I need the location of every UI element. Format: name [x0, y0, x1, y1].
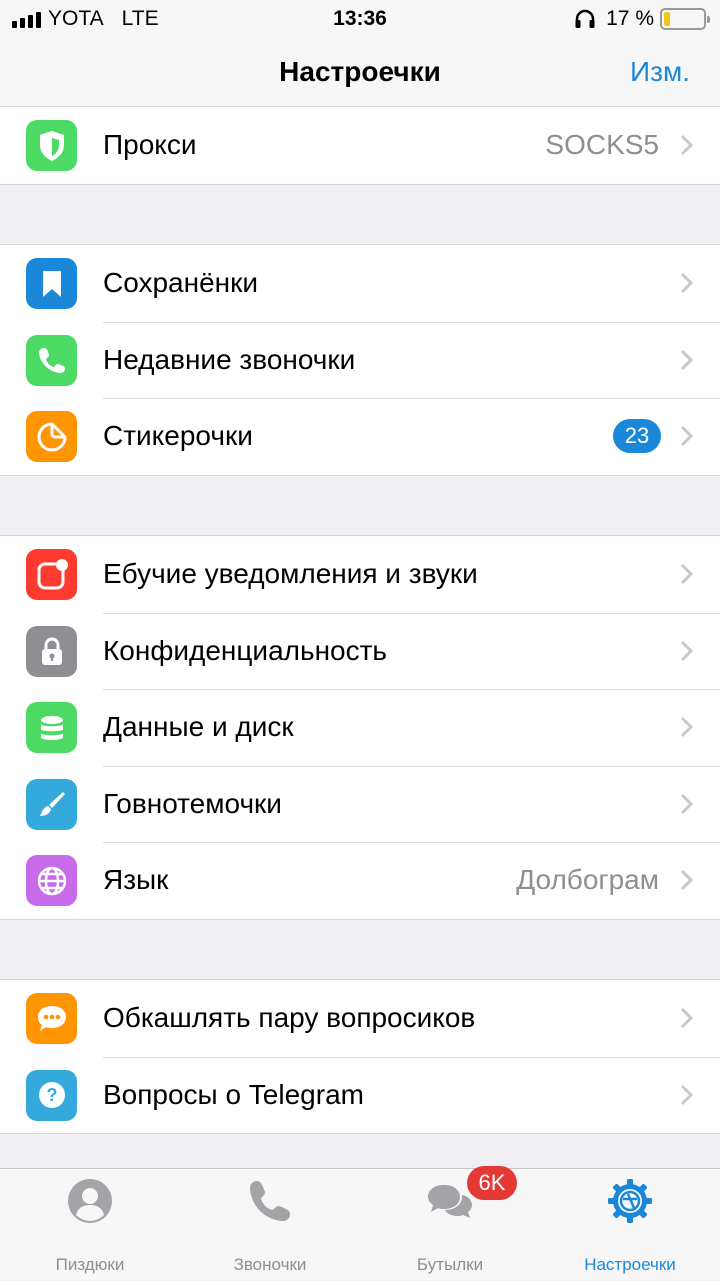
phone-icon	[26, 334, 77, 386]
tab-label: Звоночки	[233, 1255, 307, 1274]
battery-percent: 17 %	[606, 7, 654, 30]
question-icon: ?	[26, 1069, 77, 1121]
tab-settings[interactable]: Настроечки	[540, 1169, 720, 1281]
row-recent-calls[interactable]: Недавние звоночки	[0, 321, 720, 399]
row-proxy[interactable]: Прокси SOCKS5	[0, 107, 720, 184]
lock-icon	[26, 625, 77, 677]
unread-badge: 6K	[467, 1166, 517, 1200]
row-faq[interactable]: ? Вопросы о Telegram	[0, 1056, 720, 1134]
row-appearance[interactable]: Говнотемочки	[0, 765, 720, 843]
row-label: Прокси	[103, 129, 197, 161]
row-label: Говнотемочки	[103, 787, 282, 819]
contacts-icon	[68, 1179, 112, 1223]
row-stickers[interactable]: Стикерочки 23	[0, 398, 720, 475]
row-label: Недавние звоночки	[103, 343, 356, 375]
settings-section-preferences: Ебучие уведомления и звуки Конфиденциаль…	[0, 535, 720, 920]
tab-bar: Пиздюки Звоночки 6K Бутылки Настроечки	[0, 1166, 720, 1281]
bookmark-icon	[26, 258, 77, 309]
chevron-right-icon	[680, 870, 694, 891]
chevron-right-icon	[680, 1008, 694, 1029]
shield-icon	[26, 120, 77, 171]
chevron-right-icon	[680, 273, 694, 294]
chevron-right-icon	[680, 640, 694, 661]
row-notifications[interactable]: Ебучие уведомления и звуки	[0, 536, 720, 613]
row-value: Долбограм	[516, 864, 659, 896]
settings-section-main: Сохранёнки Недавние звоночки Стикерочки …	[0, 244, 720, 476]
row-privacy[interactable]: Конфиденциальность	[0, 612, 720, 690]
status-bar: YOTA LTE 13:36 17 %	[0, 0, 720, 36]
calls-icon	[250, 1181, 290, 1221]
battery-fill	[664, 12, 671, 26]
chevron-right-icon	[680, 1084, 694, 1105]
row-label: Обкашлять пару вопросиков	[103, 1002, 476, 1034]
row-value: SOCKS5	[545, 129, 659, 161]
row-data-storage[interactable]: Данные и диск	[0, 689, 720, 766]
chevron-right-icon	[680, 349, 694, 370]
chevron-right-icon	[680, 717, 694, 738]
settings-icon	[608, 1179, 652, 1223]
chat-bubble-icon	[26, 993, 77, 1044]
tab-label: Пиздюки	[55, 1255, 125, 1274]
sticker-icon	[26, 411, 77, 462]
chevron-right-icon	[680, 564, 694, 585]
navigation-bar: Настроечки Изм.	[0, 36, 720, 111]
database-icon	[26, 702, 77, 753]
row-saved-messages[interactable]: Сохранёнки	[0, 245, 720, 322]
count-badge: 23	[613, 419, 661, 454]
battery-icon	[660, 8, 710, 30]
headphones-icon	[575, 9, 595, 28]
chevron-right-icon	[680, 793, 694, 814]
brush-icon	[26, 778, 77, 830]
row-label: Вопросы о Telegram	[103, 1078, 364, 1110]
tab-chats[interactable]: 6K Бутылки	[360, 1166, 540, 1281]
settings-section-help: Обкашлять пару вопросиков ? Вопросы о Te…	[0, 979, 720, 1134]
row-language[interactable]: Язык Долбограм	[0, 842, 720, 919]
edit-button[interactable]: Изм.	[630, 56, 690, 88]
settings-section-proxy: Прокси SOCKS5	[0, 106, 720, 185]
tab-label: Бутылки	[416, 1255, 484, 1274]
row-label: Язык	[103, 864, 169, 896]
row-label: Стикерочки	[103, 420, 253, 452]
notification-icon	[26, 549, 77, 600]
tab-label: Настроечки	[584, 1255, 676, 1274]
page-title: Настроечки	[279, 56, 441, 87]
globe-icon	[26, 855, 77, 906]
svg-text:?: ?	[46, 1085, 57, 1105]
tab-contacts[interactable]: Пиздюки	[0, 1169, 180, 1281]
row-label: Ебучие уведомления и звуки	[103, 558, 478, 590]
row-label: Сохранёнки	[103, 267, 259, 299]
row-label: Данные и диск	[103, 711, 294, 743]
row-label: Конфиденциальность	[103, 634, 388, 666]
chevron-right-icon	[680, 135, 694, 156]
row-ask-question[interactable]: Обкашлять пару вопросиков	[0, 980, 720, 1057]
tab-calls[interactable]: Звоночки	[180, 1169, 360, 1281]
chevron-right-icon	[680, 426, 694, 447]
